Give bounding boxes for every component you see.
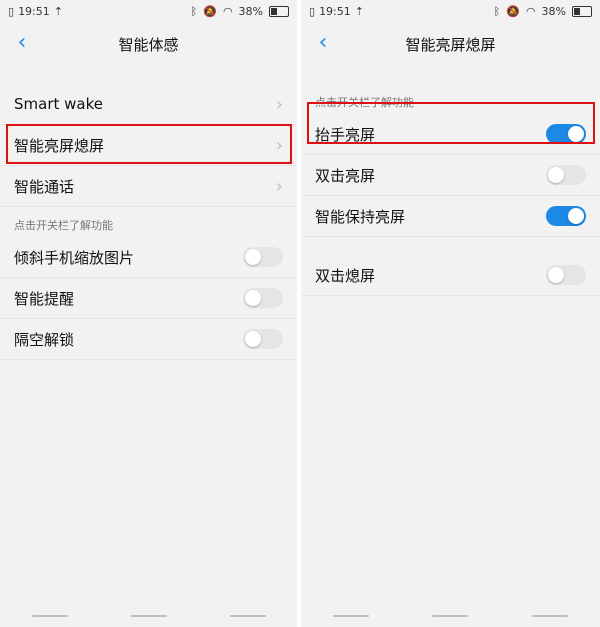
- wifi-icon: ◠: [222, 4, 233, 18]
- nav-indicator: [229, 615, 266, 617]
- nav-bar: [301, 611, 600, 621]
- status-bar: ▯ 19:51 ⇡ ᛒ 🔕 ◠ 38%: [0, 0, 297, 22]
- battery-percent: 38%: [541, 4, 566, 18]
- list-item-smart-wake[interactable]: Smart wake ›: [0, 84, 297, 125]
- upload-icon: ⇡: [53, 4, 63, 18]
- title-bar: ‹ 智能体感: [0, 22, 297, 66]
- toggle-label: 双击亮屏: [315, 166, 376, 185]
- battery-percent: 38%: [238, 4, 263, 18]
- toggle-switch[interactable]: [243, 288, 283, 308]
- toggle-knob: [245, 331, 261, 347]
- chevron-right-icon: ›: [275, 93, 283, 115]
- nav-indicator: [432, 615, 469, 617]
- toggle-switch[interactable]: [546, 124, 586, 144]
- upload-icon: ⇡: [354, 4, 364, 18]
- wifi-icon: ◠: [525, 4, 536, 18]
- chevron-left-icon: ‹: [17, 29, 27, 55]
- toggle-knob: [548, 167, 564, 183]
- sim-icon: ▯: [8, 4, 15, 18]
- right-screen: ▯ 19:51 ⇡ ᛒ 🔕 ◠ 38% ‹ 智能亮屏熄屏 点击开关栏了解功能 抬…: [301, 0, 600, 627]
- chevron-left-icon: ‹: [318, 29, 328, 55]
- toggle-label: 双击熄屏: [315, 266, 376, 285]
- nav-indicator: [532, 615, 569, 617]
- toggle-switch[interactable]: [243, 329, 283, 349]
- status-time: 19:51: [319, 4, 351, 18]
- toggle-row-double-tap-wake[interactable]: 双击亮屏: [301, 155, 600, 196]
- toggle-row-air-unlock[interactable]: 隔空解锁: [0, 319, 297, 360]
- nav-indicator: [332, 615, 369, 617]
- toggle-switch[interactable]: [546, 165, 586, 185]
- back-button[interactable]: ‹: [10, 29, 34, 55]
- section-label: 点击开关栏了解功能: [315, 96, 414, 109]
- toggle-knob: [568, 208, 584, 224]
- chevron-right-icon: ›: [275, 134, 283, 156]
- toggle-row-smart-keep-on[interactable]: 智能保持亮屏: [301, 196, 600, 237]
- status-bar: ▯ 19:51 ⇡ ᛒ 🔕 ◠ 38%: [301, 0, 600, 22]
- title-bar: ‹ 智能亮屏熄屏: [301, 22, 600, 66]
- list-item-smart-call[interactable]: 智能通话 ›: [0, 166, 297, 207]
- toggle-knob: [245, 249, 261, 265]
- toggle-knob: [568, 126, 584, 142]
- toggle-switch[interactable]: [546, 265, 586, 285]
- sim-icon: ▯: [309, 4, 316, 18]
- mute-icon: 🔕: [506, 4, 520, 18]
- toggle-label: 倾斜手机缩放图片: [14, 248, 135, 267]
- toggle-row-smart-remind[interactable]: 智能提醒: [0, 278, 297, 319]
- back-button[interactable]: ‹: [311, 29, 335, 55]
- toggle-switch[interactable]: [546, 206, 586, 226]
- nav-bar: [0, 611, 297, 621]
- chevron-right-icon: ›: [275, 175, 283, 197]
- battery-icon: [572, 5, 592, 17]
- nav-indicator: [31, 615, 68, 617]
- toggle-label: 隔空解锁: [14, 330, 75, 349]
- toggle-row-raise-wake[interactable]: 抬手亮屏: [301, 114, 600, 155]
- list-item-label: 智能通话: [14, 177, 75, 196]
- toggle-label: 智能保持亮屏: [315, 207, 406, 226]
- list-item-smart-screen[interactable]: 智能亮屏熄屏 ›: [0, 125, 297, 166]
- toggle-knob: [548, 267, 564, 283]
- toggle-label: 抬手亮屏: [315, 125, 376, 144]
- list-item-label: Smart wake: [14, 95, 103, 113]
- nav-indicator: [130, 615, 167, 617]
- bluetooth-icon: ᛒ: [190, 4, 198, 18]
- section-label: 点击开关栏了解功能: [14, 219, 113, 232]
- toggle-switch[interactable]: [243, 247, 283, 267]
- list-item-label: 智能亮屏熄屏: [14, 136, 105, 155]
- toggle-knob: [245, 290, 261, 306]
- toggle-label: 智能提醒: [14, 289, 75, 308]
- bluetooth-icon: ᛒ: [493, 4, 501, 18]
- status-time: 19:51: [18, 4, 50, 18]
- toggle-row-double-tap-sleep[interactable]: 双击熄屏: [301, 255, 600, 296]
- toggle-row-tilt-zoom[interactable]: 倾斜手机缩放图片: [0, 237, 297, 278]
- mute-icon: 🔕: [203, 4, 217, 18]
- battery-icon: [269, 5, 289, 17]
- page-title: 智能体感: [118, 35, 179, 54]
- page-title: 智能亮屏熄屏: [405, 35, 496, 54]
- left-screen: ▯ 19:51 ⇡ ᛒ 🔕 ◠ 38% ‹ 智能体感 Smart wake ›: [0, 0, 297, 627]
